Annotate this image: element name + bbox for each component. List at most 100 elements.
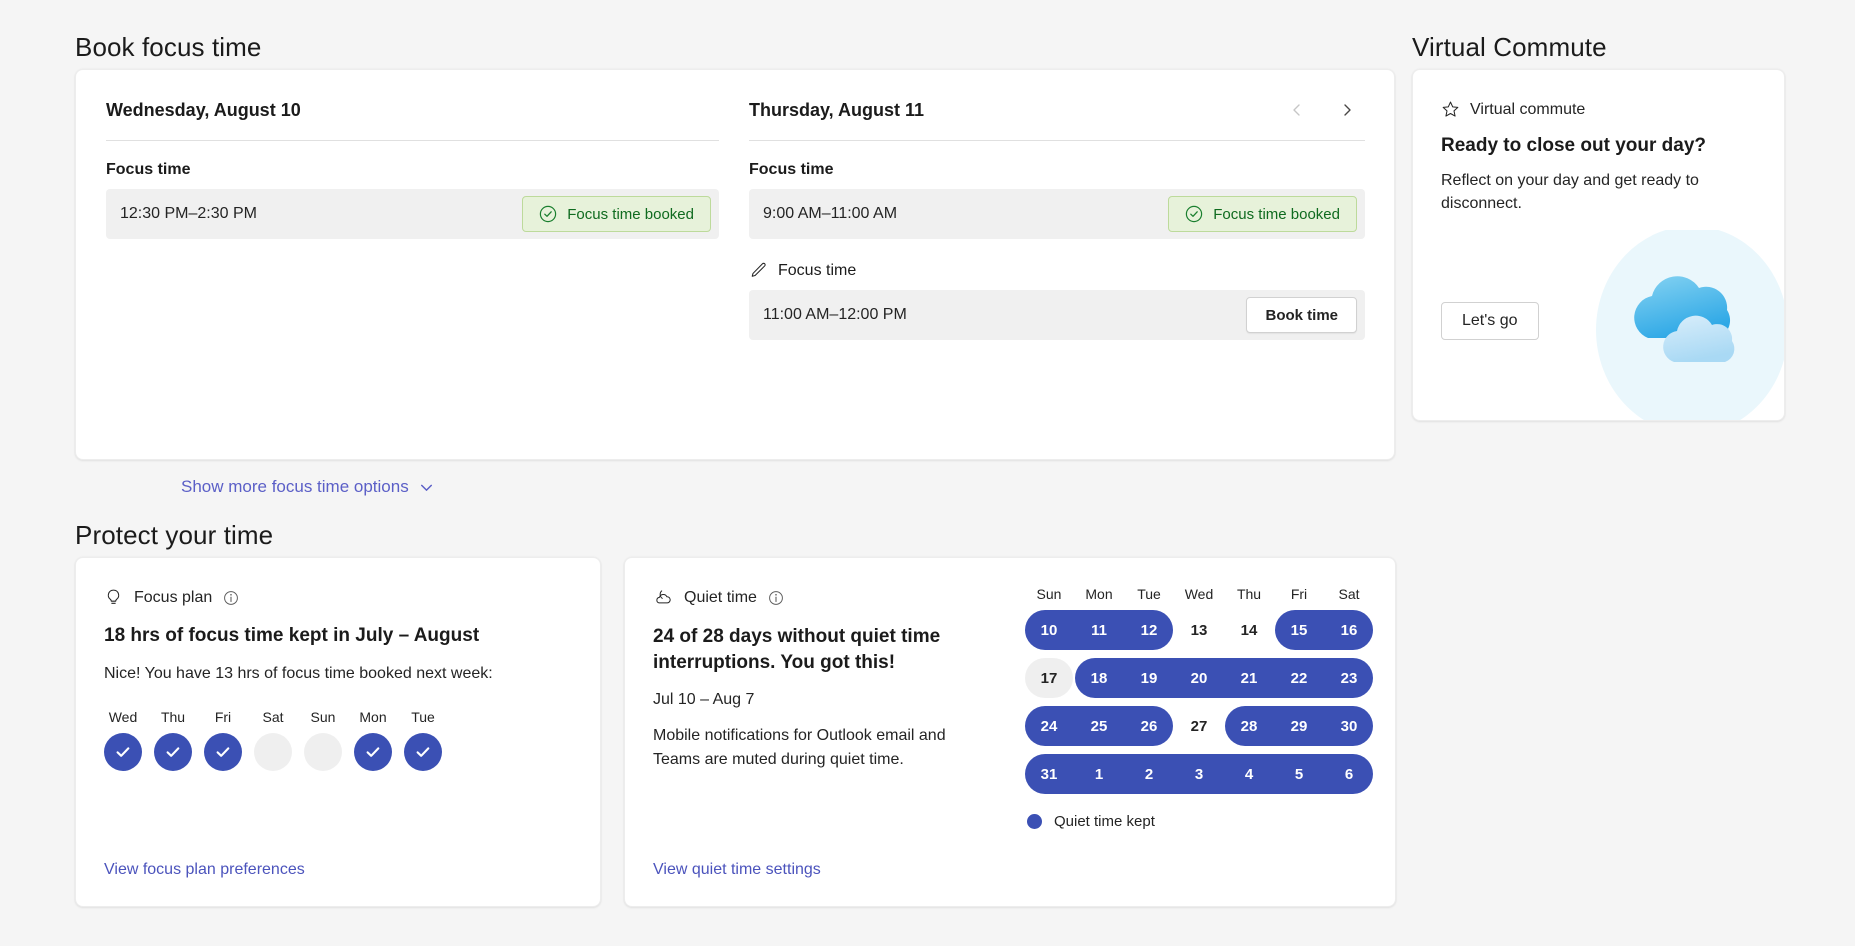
quiet-time-kicker-label: Quiet time xyxy=(684,589,757,607)
calendar-day-cell[interactable]: 27 xyxy=(1175,706,1223,746)
info-icon[interactable] xyxy=(223,590,239,606)
slot-time-range: 11:00 AM–12:00 PM xyxy=(763,306,907,324)
badge-label: Focus time booked xyxy=(567,206,694,223)
focus-day-label: Fri xyxy=(204,709,242,725)
calendar-day-cell[interactable]: 30 xyxy=(1325,706,1373,746)
focus-day-booked-indicator xyxy=(204,733,242,771)
badge-label: Focus time booked xyxy=(1213,206,1340,223)
calendar-body: 1011121314151617181920212223242526272829… xyxy=(1025,610,1375,794)
protect-your-time-heading: Protect your time xyxy=(75,520,273,551)
view-quiet-time-settings-link[interactable]: View quiet time settings xyxy=(653,861,821,879)
calendar-day-cell[interactable]: 13 xyxy=(1175,610,1223,650)
calendar-day-cells: 31123456 xyxy=(1025,754,1375,794)
calendar-day-cell[interactable]: 19 xyxy=(1125,658,1173,698)
day-header: Thursday, August 11 xyxy=(749,98,1365,142)
focus-day-label: Thu xyxy=(154,709,192,725)
focus-plan-kicker: Focus plan xyxy=(104,588,572,607)
calendar-day-cell[interactable]: 11 xyxy=(1075,610,1123,650)
show-more-focus-time-options-link[interactable]: Show more focus time options xyxy=(181,477,435,497)
focus-day-booked-indicator xyxy=(404,733,442,771)
slot-time-range: 9:00 AM–11:00 AM xyxy=(763,205,897,223)
focus-plan-subtitle: Nice! You have 13 hrs of focus time book… xyxy=(104,662,572,685)
quiet-time-card: Quiet time 24 of 28 days without quiet t… xyxy=(624,557,1396,907)
calendar-legend: Quiet time kept xyxy=(1027,813,1155,830)
focus-plan-content: Focus plan 18 hrs of focus time kept in … xyxy=(76,558,600,906)
book-focus-time-card: Wednesday, August 10 Focus time 12:30 PM… xyxy=(75,69,1395,460)
focus-day-booked-indicator xyxy=(154,733,192,771)
next-day-button[interactable] xyxy=(1331,94,1363,126)
focus-day-fri: Fri xyxy=(204,709,242,771)
day-title: Thursday, August 11 xyxy=(749,100,924,121)
circle-check-icon xyxy=(1185,205,1203,223)
previous-day-button[interactable] xyxy=(1281,94,1313,126)
dashboard-page: Book focus time Wednesday, August 10 Foc… xyxy=(0,0,1855,946)
book-time-button[interactable]: Book time xyxy=(1246,297,1357,333)
calendar-week-row: 10111213141516 xyxy=(1025,610,1375,650)
view-focus-plan-preferences-link[interactable]: View focus plan preferences xyxy=(104,861,305,879)
moon-cloud-icon xyxy=(653,588,673,608)
quiet-time-calendar: SunMonTueWedThuFriSat 101112131415161718… xyxy=(1025,586,1375,794)
calendar-day-cell[interactable]: 4 xyxy=(1225,754,1273,794)
book-focus-time-heading: Book focus time xyxy=(75,32,261,63)
calendar-day-cell[interactable]: 2 xyxy=(1125,754,1173,794)
check-icon xyxy=(213,742,233,762)
calendar-day-cells: 24252627282930 xyxy=(1025,706,1375,746)
calendar-weekday-sat: Sat xyxy=(1325,586,1373,602)
focus-plan-week-strip: WedThuFriSatSunMonTue xyxy=(104,709,572,771)
calendar-weekday-tue: Tue xyxy=(1125,586,1173,602)
focus-day-empty-indicator xyxy=(254,733,292,771)
calendar-day-cell[interactable]: 23 xyxy=(1325,658,1373,698)
focus-slot-row: 9:00 AM–11:00 AM Focus time booked xyxy=(749,189,1365,239)
day-title: Wednesday, August 10 xyxy=(106,100,301,121)
legend-label: Quiet time kept xyxy=(1054,813,1155,830)
virtual-commute-heading: Virtual Commute xyxy=(1412,32,1607,63)
focus-day-mon: Mon xyxy=(354,709,392,771)
divider xyxy=(749,140,1365,141)
calendar-day-cell[interactable]: 16 xyxy=(1325,610,1373,650)
calendar-day-cell[interactable]: 25 xyxy=(1075,706,1123,746)
calendar-day-cell[interactable]: 1 xyxy=(1075,754,1123,794)
calendar-day-cell[interactable]: 28 xyxy=(1225,706,1273,746)
focus-day-booked-indicator xyxy=(354,733,392,771)
focus-day-label: Sat xyxy=(254,709,292,725)
calendar-day-cell[interactable]: 22 xyxy=(1275,658,1323,698)
quiet-time-title: 24 of 28 days without quiet time interru… xyxy=(653,624,1003,675)
quiet-time-text-block: Quiet time 24 of 28 days without quiet t… xyxy=(653,588,1003,771)
calendar-day-cell[interactable]: 14 xyxy=(1225,610,1273,650)
calendar-day-cell[interactable]: 26 xyxy=(1125,706,1173,746)
day-header: Wednesday, August 10 xyxy=(106,98,719,142)
calendar-day-cell[interactable]: 12 xyxy=(1125,610,1173,650)
calendar-day-cell[interactable]: 21 xyxy=(1225,658,1273,698)
calendar-day-cell[interactable]: 15 xyxy=(1275,610,1323,650)
calendar-day-cell[interactable]: 24 xyxy=(1025,706,1073,746)
calendar-day-cell[interactable]: 3 xyxy=(1175,754,1223,794)
calendar-day-cell[interactable]: 10 xyxy=(1025,610,1073,650)
divider xyxy=(106,140,719,141)
calendar-weekday-wed: Wed xyxy=(1175,586,1223,602)
calendar-day-cell[interactable]: 31 xyxy=(1025,754,1073,794)
focus-day-sat: Sat xyxy=(254,709,292,771)
status-badge-focus-time-booked: Focus time booked xyxy=(522,196,711,232)
calendar-day-cell[interactable]: 6 xyxy=(1325,754,1373,794)
slot-section-label-editable: Focus time xyxy=(749,261,1365,280)
calendar-day-cell[interactable]: 5 xyxy=(1275,754,1323,794)
calendar-weekday-fri: Fri xyxy=(1275,586,1323,602)
virtual-commute-kicker-label: Virtual commute xyxy=(1470,101,1585,119)
calendar-day-cell[interactable]: 17 xyxy=(1025,658,1073,698)
focus-slot-row: 11:00 AM–12:00 PM Book time xyxy=(749,290,1365,340)
check-icon xyxy=(163,742,183,762)
focus-day-label: Wed xyxy=(104,709,142,725)
lets-go-button[interactable]: Let's go xyxy=(1441,302,1539,340)
check-icon xyxy=(413,742,433,762)
slot-time-range: 12:30 PM–2:30 PM xyxy=(120,205,257,223)
calendar-week-row: 17181920212223 xyxy=(1025,658,1375,698)
focus-day-label: Mon xyxy=(354,709,392,725)
focus-day-thu: Thu xyxy=(154,709,192,771)
calendar-day-cell[interactable]: 29 xyxy=(1275,706,1323,746)
focus-day-sun: Sun xyxy=(304,709,342,771)
calendar-day-cell[interactable]: 20 xyxy=(1175,658,1223,698)
focus-plan-card: Focus plan 18 hrs of focus time kept in … xyxy=(75,557,601,907)
check-icon xyxy=(113,742,133,762)
info-icon[interactable] xyxy=(768,590,784,606)
calendar-day-cell[interactable]: 18 xyxy=(1075,658,1123,698)
